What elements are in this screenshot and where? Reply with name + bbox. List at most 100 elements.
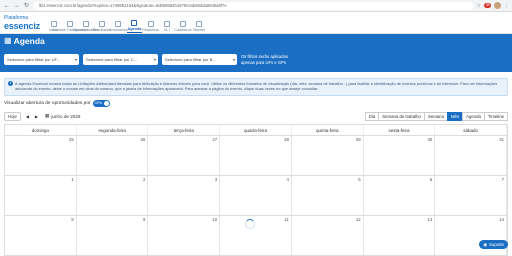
calendar-day-cell[interactable]: 29 <box>292 136 364 175</box>
filter-c-select[interactable]: Selecione para filtrar por C... ▾ <box>83 54 158 65</box>
nav-item-4[interactable]: Comissões <box>109 21 128 33</box>
day-number[interactable]: 10 <box>212 217 217 222</box>
main-nav: Início Jornada Treinamento Oportunidades Re… <box>46 13 208 33</box>
calendar-day-cell[interactable]: 6 <box>364 176 436 215</box>
gps-toggle[interactable]: GPs <box>92 99 110 107</box>
filter-uf-select[interactable]: Selecione para filtrar por UF... ▾ <box>4 54 79 65</box>
calendar-day-cell[interactable]: 7 <box>435 176 508 215</box>
date-picker-icon[interactable]: ▦ <box>45 113 49 119</box>
support-button[interactable]: ◉ Suporte <box>479 240 508 249</box>
toggle-knob <box>103 100 109 106</box>
nav-icon <box>131 20 138 26</box>
day-number[interactable]: 31 <box>499 137 504 142</box>
nav-item-7[interactable]: IA.I <box>159 21 174 33</box>
nav-item-6[interactable]: Relatórios <box>142 21 159 33</box>
support-label: Suporte <box>488 242 504 247</box>
nav-item-3[interactable]: Resultados <box>93 21 112 33</box>
nav-icon <box>50 21 57 27</box>
browser-toolbar: ← → ↻ lbiz.essenciz.com.br/agenda?expire… <box>0 0 512 12</box>
view-button-3[interactable]: Mês <box>446 111 464 121</box>
toggle-label: Visualizar abertura de oportunidades por <box>4 100 91 106</box>
page-title-bar: ▦ Agenda <box>0 34 512 47</box>
view-button-2[interactable]: Semana <box>423 111 448 121</box>
day-number[interactable]: 25 <box>69 137 74 142</box>
calendar-day-cell[interactable]: 26 <box>77 136 149 175</box>
today-button[interactable]: Hoje <box>4 111 21 121</box>
logo[interactable]: Plataforma essenciz <box>4 13 42 33</box>
calendar-day-cell[interactable]: 1 <box>5 176 77 215</box>
calendar-day-cell[interactable]: 30 <box>364 136 436 175</box>
view-button-0[interactable]: Dia <box>364 111 380 121</box>
filter-uf-placeholder: Selecione para filtrar por UF... <box>7 57 60 62</box>
star-icon[interactable]: ☆ <box>477 3 481 9</box>
day-number[interactable]: 8 <box>71 217 73 222</box>
nav-icon <box>66 21 73 27</box>
day-number[interactable]: 29 <box>356 137 361 142</box>
view-switcher: Dia Semana de trabalho Semana Mês Agenda Time… <box>364 111 508 121</box>
filter-b-select[interactable]: Selecione para filtrar por B... ▾ <box>162 54 237 65</box>
calendar-day-cell[interactable]: 28 <box>220 136 292 175</box>
nav-icon <box>163 21 170 27</box>
day-number[interactable]: 3 <box>215 177 217 182</box>
day-number[interactable]: 26 <box>141 137 146 142</box>
day-number[interactable]: 13 <box>428 217 433 222</box>
day-number[interactable]: 14 <box>499 217 504 222</box>
view-button-4[interactable]: Agenda <box>462 111 485 121</box>
calendar-day-cell[interactable]: 10 <box>148 216 221 255</box>
nav-icon <box>196 21 203 27</box>
calendar-day-cell[interactable]: 14 <box>435 216 508 255</box>
nav-item-2[interactable]: Oportunidades <box>73 21 98 33</box>
calendar-day-cell[interactable]: 13 <box>364 216 436 255</box>
day-number[interactable]: 9 <box>143 217 145 222</box>
nav-label: Cadastros <box>174 28 192 32</box>
day-number[interactable]: 5 <box>358 177 360 182</box>
day-number[interactable]: 1 <box>71 177 73 182</box>
calendar-toolbar: Hoje ◀ ▶ ▦ junho de 2025 Dia Semana de tr… <box>4 111 508 121</box>
weekday-header: domingo segunda-feira terça-feira quarta-fe… <box>5 125 508 136</box>
menu-dots-icon[interactable]: ⋮ <box>504 3 509 9</box>
nav-icon <box>180 21 186 27</box>
info-icon: i <box>8 81 13 86</box>
day-number[interactable]: 4 <box>286 177 288 182</box>
nav-label: IA.I <box>163 28 170 32</box>
app-header: Plataforma essenciz Início Jornada Treina… <box>0 12 512 34</box>
next-arrow-icon[interactable]: ▶ <box>35 114 38 119</box>
chevron-down-icon: ▾ <box>153 57 156 62</box>
calendar-day-cell[interactable]: 11 <box>220 216 292 255</box>
forward-icon[interactable]: → <box>13 0 20 12</box>
day-number[interactable]: 27 <box>212 137 217 142</box>
nav-icon <box>115 21 122 27</box>
prev-arrow-icon[interactable]: ◀ <box>26 114 29 119</box>
toggle-row: Visualizar abertura de oportunidades por… <box>4 99 512 107</box>
calendar-day-cell[interactable]: 9 <box>77 216 149 255</box>
calendar-day-cell[interactable]: 12 <box>292 216 364 255</box>
calendar-day-cell[interactable]: 25 <box>5 136 77 175</box>
calendar-day-cell[interactable]: 27 <box>148 136 221 175</box>
day-number[interactable]: 7 <box>502 177 504 182</box>
address-bar[interactable]: lbiz.essenciz.com.br/agenda?expires=1748… <box>33 1 474 10</box>
day-number[interactable]: 28 <box>284 137 289 142</box>
calendar-day-cell[interactable]: 31 <box>435 136 508 175</box>
day-number[interactable]: 12 <box>356 217 361 222</box>
calendar-day-cell[interactable]: 8 <box>5 216 77 255</box>
back-icon[interactable]: ← <box>3 0 10 12</box>
calendar-week-row: 8 9 10 11 12 13 14 <box>5 216 508 256</box>
nav-item-9[interactable]: Manter <box>192 21 207 33</box>
day-number[interactable]: 30 <box>428 137 433 142</box>
avatar[interactable] <box>494 2 501 9</box>
reload-icon[interactable]: ↻ <box>23 0 30 12</box>
calendar-day-cell[interactable]: 4 <box>220 176 292 215</box>
day-number[interactable]: 6 <box>430 177 432 182</box>
day-number[interactable]: 2 <box>143 177 145 182</box>
notification-badge[interactable]: 38 <box>484 3 491 8</box>
nav-item-8[interactable]: Cadastros <box>174 21 192 33</box>
filter-c-placeholder: Selecione para filtrar por C... <box>86 57 137 62</box>
view-button-5[interactable]: Timeline <box>483 111 508 121</box>
view-button-1[interactable]: Semana de trabalho <box>378 111 425 121</box>
calendar-day-cell[interactable]: 3 <box>148 176 221 215</box>
calendar-day-cell[interactable]: 5 <box>292 176 364 215</box>
weekday-label: sexta-feira <box>364 125 436 135</box>
nav-item-5[interactable]: Agenda <box>126 20 142 33</box>
calendar-day-cell[interactable]: 2 <box>77 176 149 215</box>
day-number[interactable]: 11 <box>284 217 288 222</box>
